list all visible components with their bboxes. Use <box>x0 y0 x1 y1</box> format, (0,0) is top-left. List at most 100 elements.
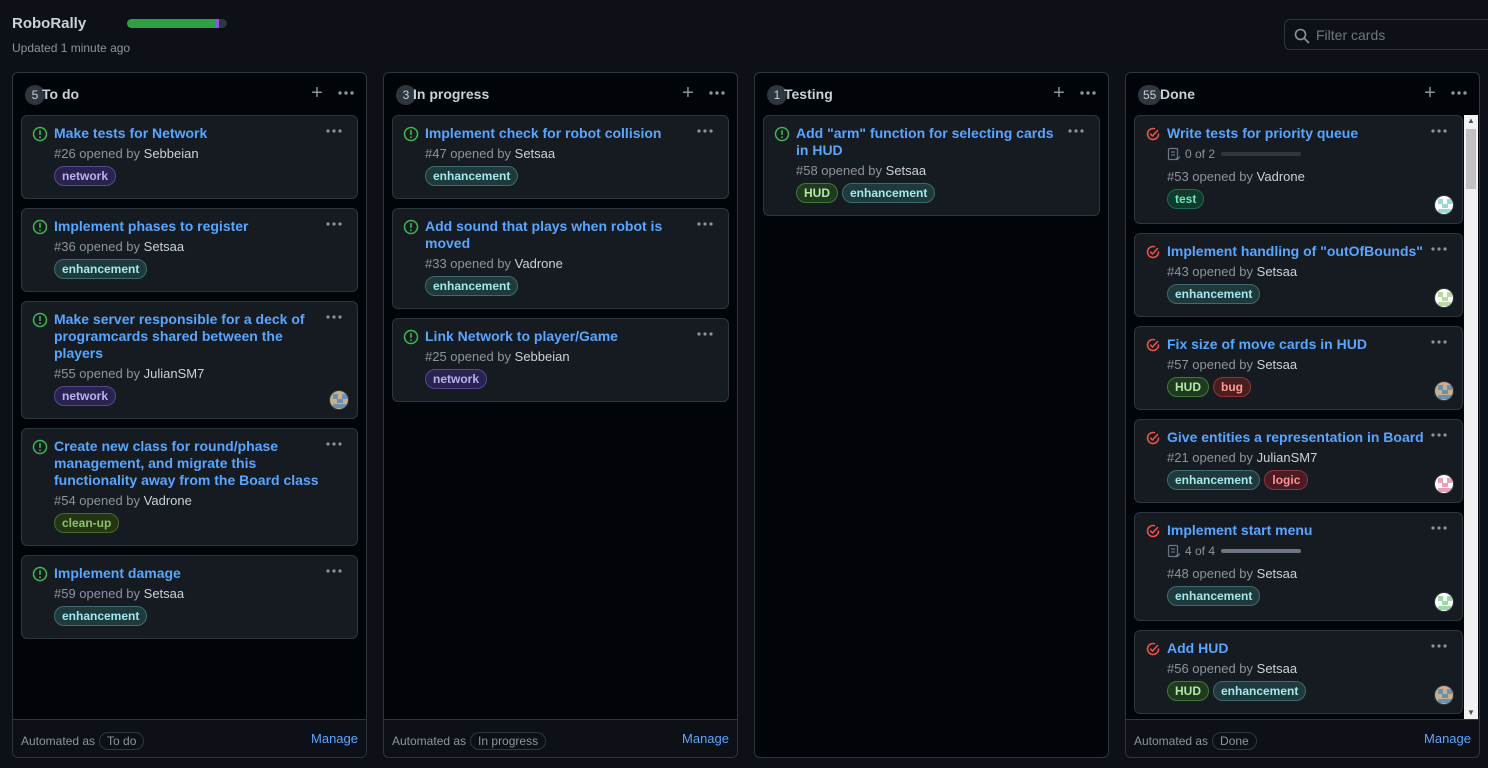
issue-author[interactable]: Vadrone <box>515 256 563 271</box>
label-network[interactable]: network <box>54 386 117 406</box>
issue-title-link[interactable]: Create new class for round/phase managem… <box>54 438 321 489</box>
issue-card[interactable]: Make tests for Network #26 opened by Sebb… <box>21 115 358 199</box>
filter-cards-box[interactable] <box>1284 19 1488 50</box>
card-menu-icon[interactable] <box>1067 124 1085 138</box>
label-enhancement[interactable]: enhancement <box>842 183 936 203</box>
card-menu-icon[interactable] <box>325 437 343 451</box>
card-menu-icon[interactable] <box>696 217 714 231</box>
issue-title-link[interactable]: Link Network to player/Game <box>425 328 692 345</box>
card-menu-icon[interactable] <box>1430 124 1448 138</box>
card-menu-icon[interactable] <box>1430 335 1448 349</box>
add-card-icon[interactable]: + <box>679 83 697 103</box>
issue-title-link[interactable]: Fix size of move cards in HUD <box>1167 336 1426 353</box>
issue-author[interactable]: Setsaa <box>515 146 555 161</box>
label-network[interactable]: network <box>425 369 488 389</box>
column-scrollbar[interactable]: ▲ ▼ <box>1464 115 1478 719</box>
scroll-up-arrow-icon[interactable]: ▲ <box>1464 115 1478 127</box>
manage-automation-link[interactable]: Manage <box>311 731 358 746</box>
issue-title-link[interactable]: Make server responsible for a deck of pr… <box>54 311 321 362</box>
issue-card[interactable]: Make server responsible for a deck of pr… <box>21 301 358 419</box>
column-menu-icon[interactable] <box>336 83 356 103</box>
issue-title-link[interactable]: Add HUD <box>1167 640 1426 657</box>
label-hud[interactable]: HUD <box>1167 377 1209 397</box>
issue-card[interactable]: Implement handling of "outOfBounds" #43 o… <box>1134 233 1463 317</box>
filter-cards-input[interactable] <box>1316 20 1486 49</box>
label-bug[interactable]: bug <box>1213 377 1251 397</box>
add-card-icon[interactable]: + <box>1421 83 1439 103</box>
card-menu-icon[interactable] <box>325 124 343 138</box>
issue-author[interactable]: Sebbeian <box>515 349 570 364</box>
label-enhancement[interactable]: enhancement <box>425 276 519 296</box>
issue-card[interactable]: Implement start menu 4 of 4 #48 opened b… <box>1134 512 1463 621</box>
issue-author[interactable]: Setsaa <box>1257 566 1297 581</box>
label-network[interactable]: network <box>54 166 117 186</box>
label-enhancement[interactable]: enhancement <box>1167 284 1261 304</box>
card-menu-icon[interactable] <box>1430 521 1448 535</box>
issue-card[interactable]: Fix size of move cards in HUD #57 opened … <box>1134 326 1463 410</box>
label-hud[interactable]: HUD <box>796 183 838 203</box>
issue-title-link[interactable]: Add sound that plays when robot is moved <box>425 218 692 252</box>
issue-title-link[interactable]: Implement check for robot collision <box>425 125 692 142</box>
issue-author[interactable]: Vadrone <box>1257 169 1305 184</box>
issue-card[interactable]: Give entities a representation in Board #… <box>1134 419 1463 503</box>
issue-author[interactable]: Setsaa <box>1257 357 1297 372</box>
scrollbar-thumb[interactable] <box>1466 129 1476 189</box>
label-enhancement[interactable]: enhancement <box>1167 586 1261 606</box>
label-logic[interactable]: logic <box>1264 470 1309 490</box>
label-enhancement[interactable]: enhancement <box>1213 681 1307 701</box>
card-menu-icon[interactable] <box>1430 242 1448 256</box>
issue-author[interactable]: Setsaa <box>886 163 926 178</box>
assignee-avatar[interactable] <box>1434 288 1454 308</box>
issue-author[interactable]: Vadrone <box>144 493 192 508</box>
issue-card[interactable]: Write tests for priority queue 0 of 2 #5… <box>1134 115 1463 224</box>
issue-author[interactable]: Setsaa <box>144 239 184 254</box>
label-enhancement[interactable]: enhancement <box>1167 470 1261 490</box>
assignee-avatar[interactable] <box>1434 474 1454 494</box>
issue-title-link[interactable]: Implement start menu <box>1167 522 1426 539</box>
issue-author[interactable]: JulianSM7 <box>1257 450 1318 465</box>
issue-title-link[interactable]: Implement phases to register <box>54 218 321 235</box>
label-enhancement[interactable]: enhancement <box>54 259 148 279</box>
scroll-down-arrow-icon[interactable]: ▼ <box>1464 707 1478 719</box>
issue-card[interactable]: Implement check for robot collision #47 o… <box>392 115 729 199</box>
issue-title-link[interactable]: Implement handling of "outOfBounds" <box>1167 243 1426 260</box>
manage-automation-link[interactable]: Manage <box>1424 731 1471 746</box>
issue-card[interactable]: Create new class for round/phase managem… <box>21 428 358 546</box>
assignee-avatar[interactable] <box>1434 195 1454 215</box>
issue-card[interactable]: Link Network to player/Game #25 opened by… <box>392 318 729 402</box>
issue-author[interactable]: Sebbeian <box>144 146 199 161</box>
card-menu-icon[interactable] <box>1430 428 1448 442</box>
issue-card[interactable]: Implement damage #59 opened by Setsaa enha… <box>21 555 358 639</box>
issue-author[interactable]: JulianSM7 <box>144 366 205 381</box>
column-menu-icon[interactable] <box>1449 83 1469 103</box>
issue-author[interactable]: Setsaa <box>1257 661 1297 676</box>
card-menu-icon[interactable] <box>696 124 714 138</box>
manage-automation-link[interactable]: Manage <box>682 731 729 746</box>
issue-title-link[interactable]: Make tests for Network <box>54 125 321 142</box>
issue-card[interactable]: Implement phases to register #36 opened b… <box>21 208 358 292</box>
issue-author[interactable]: Setsaa <box>144 586 184 601</box>
label-hud[interactable]: HUD <box>1167 681 1209 701</box>
issue-title-link[interactable]: Give entities a representation in Board <box>1167 429 1426 446</box>
assignee-avatar[interactable] <box>1434 381 1454 401</box>
assignee-avatar[interactable] <box>329 390 349 410</box>
issue-card[interactable]: Add sound that plays when robot is moved… <box>392 208 729 309</box>
column-menu-icon[interactable] <box>1078 83 1098 103</box>
card-menu-icon[interactable] <box>325 564 343 578</box>
column-menu-icon[interactable] <box>707 83 727 103</box>
issue-card[interactable]: Add "arm" function for selecting cards i… <box>763 115 1100 216</box>
assignee-avatar[interactable] <box>1434 685 1454 705</box>
assignee-avatar[interactable] <box>1434 592 1454 612</box>
label-clean-up[interactable]: clean-up <box>54 513 120 533</box>
card-menu-icon[interactable] <box>325 310 343 324</box>
card-menu-icon[interactable] <box>325 217 343 231</box>
issue-title-link[interactable]: Write tests for priority queue <box>1167 125 1426 142</box>
issue-author[interactable]: Setsaa <box>1257 264 1297 279</box>
card-menu-icon[interactable] <box>696 327 714 341</box>
add-card-icon[interactable]: + <box>1050 83 1068 103</box>
project-title[interactable]: RoboRally <box>12 15 86 32</box>
card-menu-icon[interactable] <box>1430 639 1448 653</box>
label-enhancement[interactable]: enhancement <box>54 606 148 626</box>
label-enhancement[interactable]: enhancement <box>425 166 519 186</box>
issue-title-link[interactable]: Add "arm" function for selecting cards i… <box>796 125 1063 159</box>
